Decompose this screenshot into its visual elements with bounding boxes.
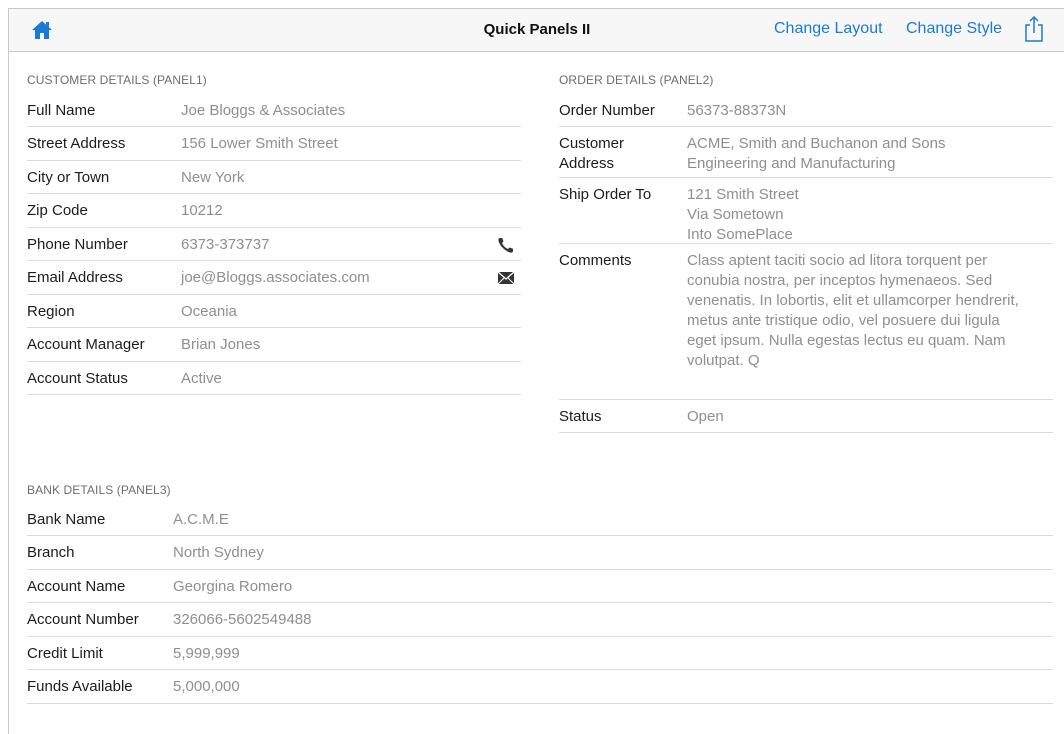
field-label: Credit Limit	[27, 644, 103, 662]
bank-details-panel: BANK DETAILS (PANEL3) Bank Name A.C.M.E Br…	[27, 483, 1053, 704]
field-value[interactable]: 5,000,000	[173, 677, 1053, 697]
field-label: Zip Code	[27, 202, 88, 219]
detail-row[interactable]: Account Name Georgina Romero	[27, 570, 1053, 603]
detail-row[interactable]: Account Number 326066-5602549488	[27, 603, 1053, 637]
field-value[interactable]: 56373-88373N	[687, 101, 1053, 121]
field-value[interactable]: ACME, Smith and Buchanon and Sons Engine…	[687, 134, 1027, 174]
field-value[interactable]: Joe Bloggs & Associates	[181, 101, 521, 121]
detail-row[interactable]: Zip Code 10212	[27, 194, 521, 228]
detail-row[interactable]: Status Open	[559, 400, 1053, 433]
mail-icon[interactable]	[497, 269, 515, 287]
share-icon[interactable]	[1024, 15, 1044, 43]
field-value[interactable]: Class aptent taciti socio ad litora torq…	[687, 251, 1027, 371]
detail-row[interactable]: Branch North Sydney	[27, 536, 1053, 570]
field-label: City or Town	[27, 168, 110, 186]
field-label: Bank Name	[27, 511, 106, 528]
field-value[interactable]: 10212	[181, 201, 521, 221]
field-value[interactable]: North Sydney	[173, 543, 1053, 563]
field-value[interactable]: 5,999,999	[173, 644, 1053, 664]
field-label: Phone Number	[27, 235, 128, 253]
detail-row[interactable]: Phone Number 6373-373737	[27, 228, 521, 261]
detail-row[interactable]: Credit Limit 5,999,999	[27, 637, 1053, 670]
field-label: Full Name	[27, 102, 96, 119]
detail-row[interactable]: Ship Order To 121 Smith Street Via Someto…	[559, 178, 1053, 244]
field-label: Account Name	[27, 577, 126, 595]
panel-header: BANK DETAILS (PANEL3)	[27, 483, 171, 497]
field-label: Funds Available	[27, 678, 133, 695]
field-value[interactable]: Oceania	[181, 302, 521, 322]
field-label: Account Manager	[27, 336, 145, 353]
field-value[interactable]: New York	[181, 168, 521, 188]
detail-row[interactable]: Comments Class aptent taciti socio ad lit…	[559, 244, 1053, 400]
navigation-bar: Quick Panels II Change Layout Change Sty…	[9, 9, 1064, 52]
detail-row[interactable]: Customer Address ACME, Smith and Buchanon…	[559, 127, 1053, 178]
field-value[interactable]: Georgina Romero	[173, 577, 1053, 597]
detail-row[interactable]: City or Town New York	[27, 161, 521, 194]
field-label: Comments	[559, 252, 632, 269]
change-layout-button[interactable]: Change Layout	[774, 20, 883, 38]
detail-row[interactable]: Funds Available 5,000,000	[27, 670, 1053, 704]
detail-row[interactable]: Order Number 56373-88373N	[559, 93, 1053, 127]
field-label: Account Number	[27, 611, 139, 628]
detail-row[interactable]: Bank Name A.C.M.E	[27, 503, 1053, 536]
field-value[interactable]: Brian Jones	[181, 335, 521, 355]
field-label: Branch	[27, 544, 75, 561]
detail-row[interactable]: Account Manager Brian Jones	[27, 328, 521, 362]
detail-row[interactable]: Account Status Active	[27, 362, 521, 395]
field-label: Region	[27, 302, 75, 320]
field-value[interactable]: Active	[181, 369, 521, 389]
detail-row[interactable]: Full Name Joe Bloggs & Associates	[27, 93, 521, 127]
field-value[interactable]: joe@Bloggs.associates.com	[181, 268, 521, 288]
detail-row[interactable]: Street Address 156 Lower Smith Street	[27, 127, 521, 161]
detail-row[interactable]: Email Address joe@Bloggs.associates.com	[27, 261, 521, 295]
detail-row[interactable]: Region Oceania	[27, 295, 521, 328]
field-label: Ship Order To	[559, 186, 652, 203]
app-frame: Quick Panels II Change Layout Change Sty…	[8, 8, 1064, 734]
field-value[interactable]: 121 Smith Street Via Sometown Into SomeP…	[687, 185, 1027, 245]
field-label: Email Address	[27, 269, 123, 286]
field-label: Customer Address	[559, 135, 625, 172]
order-details-panel: ORDER DETAILS (PANEL2) Order Number 56373…	[559, 73, 1053, 433]
phone-icon[interactable]	[497, 236, 515, 254]
change-style-button[interactable]: Change Style	[906, 20, 1002, 38]
panel-header: CUSTOMER DETAILS (PANEL1)	[27, 73, 207, 87]
field-value[interactable]: 6373-373737	[181, 235, 521, 255]
panel-header: ORDER DETAILS (PANEL2)	[559, 73, 714, 87]
field-value[interactable]: A.C.M.E	[173, 510, 1053, 530]
field-label: Account Status	[27, 369, 128, 387]
customer-details-panel: CUSTOMER DETAILS (PANEL1) Full Name Joe B…	[27, 73, 521, 395]
field-value[interactable]: 156 Lower Smith Street	[181, 134, 521, 154]
field-value[interactable]: Open	[687, 407, 1053, 427]
field-label: Order Number	[559, 102, 655, 119]
field-label: Street Address	[27, 135, 126, 152]
field-label: Status	[559, 408, 602, 425]
field-value[interactable]: 326066-5602549488	[173, 610, 1053, 630]
